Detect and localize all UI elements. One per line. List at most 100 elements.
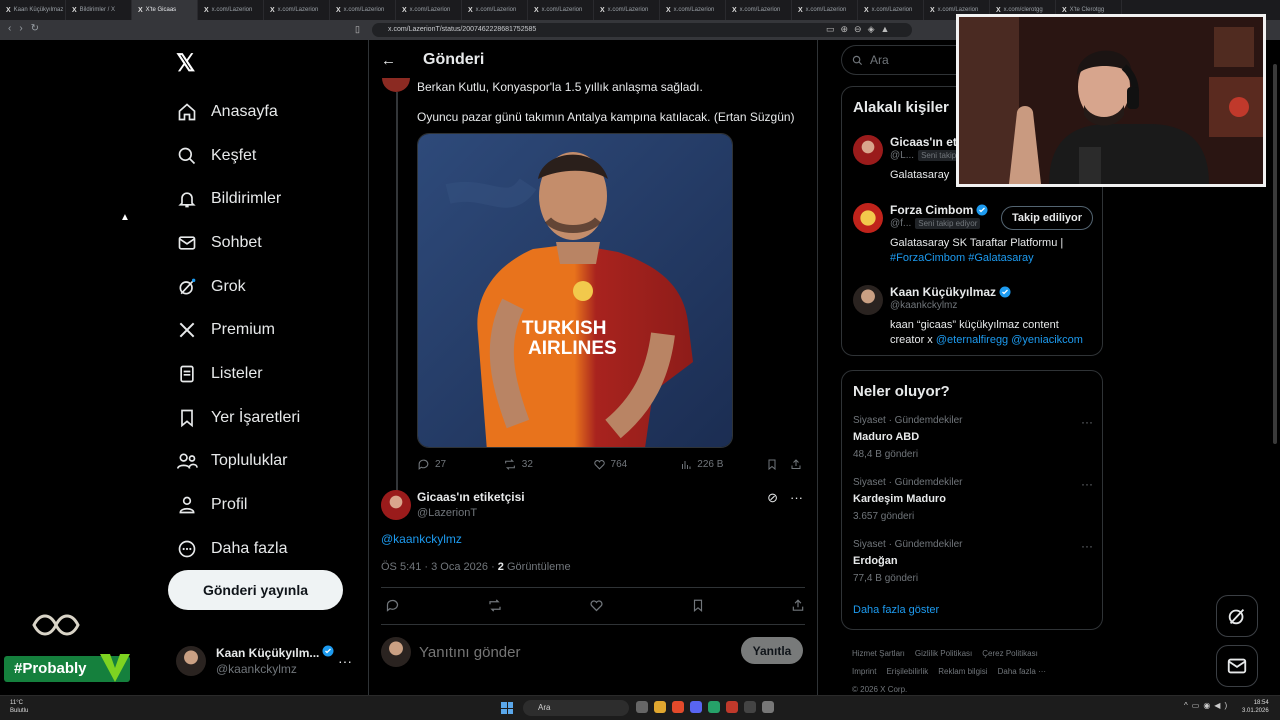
nav-item-more[interactable]: Daha fazla	[176, 527, 300, 571]
discord-icon[interactable]	[690, 701, 702, 713]
brave-browser-icon[interactable]	[672, 701, 684, 713]
more-horizontal-icon[interactable]: ···	[1081, 539, 1093, 553]
more-horizontal-icon[interactable]: ···	[1081, 477, 1093, 491]
reply-icon[interactable]	[385, 598, 400, 613]
bookmark-action[interactable]	[766, 458, 790, 471]
bio-hashtags[interactable]: #ForzaCimbom #Galatasaray	[890, 252, 1034, 264]
avatar[interactable]	[382, 78, 410, 92]
browser-tab[interactable]: X X'te Gicaas	[132, 0, 198, 20]
trend-item[interactable]: Siyaset · Gündemdekiler Kardeşim Maduro …	[853, 477, 1093, 522]
taskbar-clock[interactable]: 18:54 3.01.2026	[1242, 699, 1269, 715]
person-name[interactable]: Kaan Küçükyılmaz	[890, 285, 1011, 299]
nav-item-explore[interactable]: Keşfet	[176, 134, 300, 178]
nav-item-home[interactable]: Anasayfa	[176, 90, 300, 134]
views-action[interactable]: 226 B	[680, 459, 766, 471]
avatar[interactable]	[853, 203, 883, 233]
trend-meta: Siyaset · Gündemdekiler	[853, 477, 963, 488]
footer-link[interactable]: Reklam bilgisi	[938, 667, 987, 676]
nav-item-premium[interactable]: Premium	[176, 308, 300, 352]
task-view-icon[interactable]	[636, 701, 648, 713]
browser-extension-icons[interactable]: ▭⊕⊖◈▲	[826, 24, 895, 35]
settings-icon[interactable]	[762, 701, 774, 713]
browser-tab[interactable]: Xx.com/Lazerion	[594, 0, 660, 20]
footer-link[interactable]: Gizlilik Politikası	[915, 649, 972, 658]
repost-icon	[504, 459, 515, 470]
browser-tab[interactable]: X Kaan Küçükyılmaz	[0, 0, 66, 20]
browser-tab[interactable]: X Bildirimler / X	[66, 0, 132, 20]
post-button[interactable]: Gönderi yayınla	[168, 570, 343, 610]
grok-icon[interactable]: ⊘	[767, 490, 778, 506]
browser-nav-buttons[interactable]: ‹›↻	[8, 23, 47, 34]
browser-tab[interactable]: Xx.com/Lazerion	[330, 0, 396, 20]
footer-link[interactable]: Çerez Politikası	[982, 649, 1038, 658]
browser-tab[interactable]: Xx.com/Lazerion	[462, 0, 528, 20]
nav-item-communities[interactable]: Topluluklar	[176, 440, 300, 484]
windows-start-icon[interactable]	[501, 702, 513, 714]
like-action[interactable]: 764	[593, 458, 681, 471]
show-more-link[interactable]: Daha fazla göster	[853, 604, 939, 616]
scrollbar-thumb[interactable]	[1273, 64, 1277, 444]
nav-item-profile[interactable]: Profil	[176, 483, 300, 527]
avatar[interactable]	[853, 135, 883, 165]
bookmark-icon[interactable]	[691, 598, 705, 613]
more-horizontal-icon[interactable]: ···	[790, 490, 803, 506]
footer-link[interactable]: Imprint	[852, 667, 876, 676]
trend-item[interactable]: Siyaset · Gündemdekiler Maduro ABD 48,4 …	[853, 415, 1093, 460]
nav-item-grok[interactable]: Grok	[176, 265, 300, 309]
bio-mentions[interactable]: @eternalfiregg @yeniacikcom	[936, 334, 1083, 346]
x-logo-icon[interactable]: 𝕏	[176, 49, 195, 78]
reply-author[interactable]: Gicaas'ın etiketçisi @LazerionT	[381, 490, 525, 520]
trend-item[interactable]: Siyaset · Gündemdekiler Erdoğan 77,4 B g…	[853, 539, 1093, 584]
browser-tab[interactable]: Xx.com/Lazerion	[264, 0, 330, 20]
file-explorer-icon[interactable]	[654, 701, 666, 713]
browser-tab[interactable]: Xx.com/Lazerion	[726, 0, 792, 20]
system-tray-icons[interactable]: ^▭◉◀)	[1184, 701, 1231, 710]
repost-icon[interactable]	[487, 598, 503, 613]
share-icon[interactable]	[791, 598, 805, 613]
grok-fab-button[interactable]	[1216, 595, 1258, 637]
browser-tab[interactable]: Xx.com/Lazerion	[792, 0, 858, 20]
share-action[interactable]	[790, 458, 807, 471]
nav-item-notifications[interactable]: Bildirimler	[176, 177, 300, 221]
reply-submit-button[interactable]: Yanıtla	[741, 637, 803, 664]
post-image[interactable]: TURKISH AIRLINES	[417, 133, 733, 448]
person-name[interactable]: Gicaas'ın eti	[890, 135, 960, 149]
browser-tab-label: x.com/Lazerion	[805, 7, 847, 13]
account-switcher[interactable]: Kaan Küçükyılm... @kaankckylmz ···	[176, 645, 356, 676]
reply-input[interactable]	[419, 643, 719, 661]
search-input[interactable]: Ara	[841, 45, 961, 75]
browser-tab[interactable]: Xx.com/Lazerion	[660, 0, 726, 20]
avatar[interactable]	[381, 490, 411, 520]
footer-links: Hizmet Şartları Gizlilik Politikası Çerez …	[852, 645, 1082, 699]
app-icon[interactable]	[708, 701, 720, 713]
nav-item-lists[interactable]: Listeler	[176, 352, 300, 396]
more-horizontal-icon[interactable]: ···	[338, 653, 352, 669]
browser-tab[interactable]: Xx.com/Lazerion	[198, 0, 264, 20]
nav-item-bookmarks[interactable]: Yer İşaretleri	[176, 396, 300, 440]
more-horizontal-icon[interactable]: ···	[1081, 415, 1093, 429]
messages-fab-button[interactable]	[1216, 645, 1258, 687]
footer-link[interactable]: Hizmet Şartları	[852, 649, 905, 658]
back-arrow-icon[interactable]: ←	[381, 52, 411, 69]
bookmark-page-icon[interactable]: ▯	[355, 24, 360, 35]
browser-tab[interactable]: Xx.com/Lazerion	[396, 0, 462, 20]
taskbar-search[interactable]: Ara	[523, 700, 629, 716]
heart-icon[interactable]	[589, 598, 604, 613]
app-icon[interactable]	[744, 701, 756, 713]
repost-action[interactable]: 32	[503, 458, 593, 471]
footer-link[interactable]: Erişilebilirlik	[886, 667, 928, 676]
footer-link[interactable]: Daha fazla ···	[998, 667, 1046, 676]
reply-text-mention[interactable]: @kaankckylmz	[381, 532, 462, 546]
following-button[interactable]: Takip ediliyor	[1001, 206, 1093, 230]
browser-tab-label: x.com/Lazerion	[409, 7, 451, 13]
page-scrollbar[interactable]	[1272, 40, 1278, 695]
app-icon[interactable]	[726, 701, 738, 713]
reply-action[interactable]: 27	[417, 458, 503, 471]
person-name[interactable]: Forza Cimbom	[890, 203, 988, 217]
reply-author-name[interactable]: Gicaas'ın etiketçisi	[417, 490, 525, 504]
browser-tab[interactable]: Xx.com/Lazerion	[858, 0, 924, 20]
nav-item-chat[interactable]: Sohbet	[176, 221, 300, 265]
weather-widget[interactable]: 11°C Bulutlu	[10, 699, 28, 715]
avatar[interactable]	[853, 285, 883, 315]
browser-tab[interactable]: Xx.com/Lazerion	[528, 0, 594, 20]
